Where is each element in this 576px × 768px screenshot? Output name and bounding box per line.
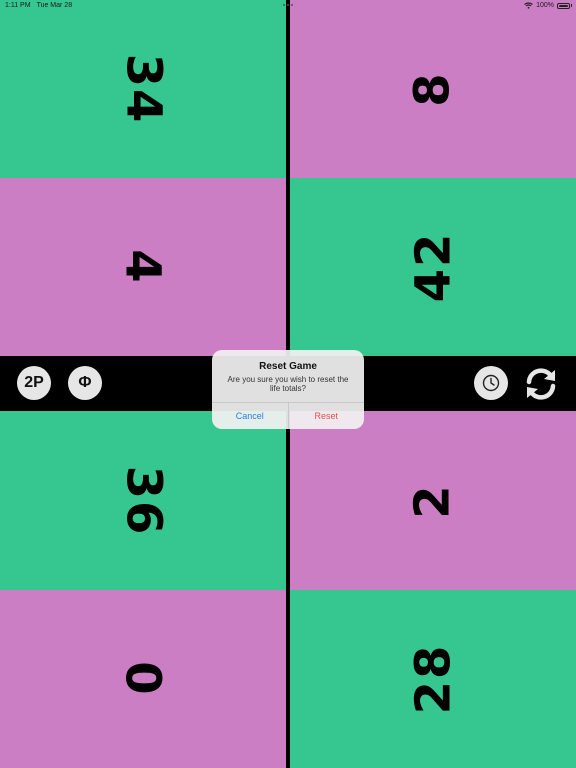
life-total: 34: [114, 53, 171, 125]
reset-game-dialog: Reset Game Are you sure you wish to rese…: [212, 350, 364, 429]
player-6-panel[interactable]: 2: [290, 411, 576, 590]
player-7-panel[interactable]: 0: [0, 590, 286, 768]
player-4-panel[interactable]: 42: [290, 178, 576, 356]
status-time: 1:11 PM: [5, 2, 31, 9]
player-2-panel[interactable]: 8: [290, 0, 576, 178]
status-bar: 1:11 PM Tue Mar 28 100%: [0, 0, 576, 12]
clock-button[interactable]: [474, 366, 508, 400]
phi-label: Φ: [78, 374, 92, 391]
life-total: 8: [405, 71, 461, 107]
battery-icon: [557, 2, 570, 9]
clock-icon: [482, 374, 500, 392]
life-total: 0: [115, 661, 171, 697]
battery-percent: 100%: [536, 2, 554, 9]
multitasking-dots-icon: [283, 4, 293, 7]
player-8-panel[interactable]: 28: [290, 590, 576, 768]
player-1-panel[interactable]: 34: [0, 0, 286, 178]
player-count-button[interactable]: 2P: [17, 366, 51, 400]
player-5-panel[interactable]: 36: [0, 411, 286, 590]
player-3-panel[interactable]: 4: [0, 178, 286, 356]
life-total: 2: [405, 482, 461, 519]
player-count-label: 2P: [24, 374, 44, 391]
dialog-message: Are you sure you wish to reset the life …: [227, 375, 349, 393]
sync-icon[interactable]: [522, 365, 560, 403]
life-total: 4: [115, 249, 171, 285]
phi-button[interactable]: Φ: [68, 366, 102, 400]
dialog-title: Reset Game: [259, 361, 317, 372]
life-total: 28: [404, 643, 461, 715]
cancel-button[interactable]: Cancel: [212, 403, 289, 429]
life-total: 36: [114, 465, 171, 536]
wifi-icon: [524, 2, 533, 9]
dialog-actions: Cancel Reset: [212, 402, 364, 429]
reset-button[interactable]: Reset: [289, 403, 365, 429]
status-date: Tue Mar 28: [36, 2, 73, 9]
life-total: 42: [404, 231, 461, 303]
